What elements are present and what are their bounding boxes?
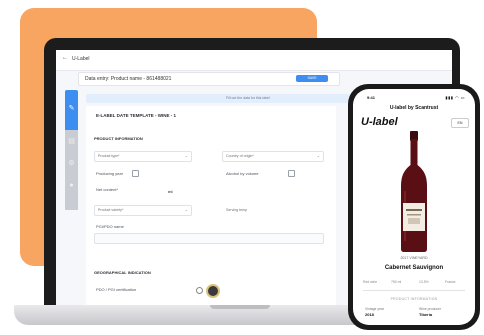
product-type-label: Product type* xyxy=(98,154,120,158)
info-cell-label: Wine producer xyxy=(419,307,442,311)
radio-icon[interactable] xyxy=(196,287,203,294)
wine-vintage: 2017 VINEYARD xyxy=(400,256,428,260)
producing-year-checkbox[interactable] xyxy=(132,170,139,177)
phone-screen: 9:41 ▮▮▮ ◠ ▭ U-label by Scantrust U-labe… xyxy=(353,89,475,325)
phone-time: 9:41 xyxy=(367,95,376,100)
serving-temp-input[interactable]: Serving temp xyxy=(222,205,324,216)
country-origin-select[interactable]: Country of origin* ⌄ xyxy=(222,151,324,162)
chevron-down-icon: ⌄ xyxy=(316,153,320,158)
u-label-logo: U-label xyxy=(361,116,398,128)
meta-alcohol: 13.5% xyxy=(419,280,429,284)
country-origin-label: Country of origin* xyxy=(226,154,254,158)
meta-country: France xyxy=(445,280,456,284)
certification-seal-icon xyxy=(206,284,220,298)
alcohol-checkbox[interactable] xyxy=(288,170,295,177)
meta-type: Red wine xyxy=(363,280,378,284)
wine-name: Cabernet Sauvignon xyxy=(384,265,444,271)
template-title: E-LABEL DATE TEMPLATE - WINE - 1 xyxy=(96,113,176,118)
section-product-heading: PRODUCT INFORMATION xyxy=(94,136,143,141)
info-cell-value: 2018 xyxy=(365,312,374,317)
status-icons: ▮▮▮ ◠ ▭ xyxy=(445,95,465,100)
chevron-down-icon: ⌄ xyxy=(184,153,188,158)
back-arrow-icon[interactable]: ← xyxy=(62,55,68,61)
info-cell: Wine producer Tiberia xyxy=(419,307,441,317)
serving-temp-label: Serving temp xyxy=(226,208,248,212)
alcohol-content-label: Alcohol by volume xyxy=(226,171,259,176)
pgi-name-label: PGI/PDO name xyxy=(96,224,124,229)
language-select[interactable]: EN xyxy=(451,118,469,128)
wine-bottle-icon xyxy=(401,131,427,252)
save-button[interactable]: SAVE xyxy=(296,75,328,82)
meta-volume: 750 ml xyxy=(391,280,402,284)
settings-icon[interactable]: ⚙ xyxy=(68,160,75,167)
product-type-select[interactable]: Product type* ⌄ xyxy=(94,151,192,162)
chevron-down-icon: ⌄ xyxy=(184,207,188,212)
net-content-label: Net content* xyxy=(96,187,119,192)
info-icon[interactable]: ● xyxy=(68,182,75,189)
banner-text: Fill out the data for this label xyxy=(226,96,270,100)
info-cell: Vintage year 2018 xyxy=(365,307,384,317)
back-label[interactable]: U-Label xyxy=(72,56,90,62)
laptop-notch xyxy=(210,305,270,309)
phone-title: U-label by Scantrust xyxy=(389,105,439,111)
document-icon[interactable]: ▤ xyxy=(68,138,75,145)
unit-ml: ml xyxy=(168,189,173,194)
product-info-heading: PRODUCT INFORMATION xyxy=(390,297,438,301)
divider xyxy=(363,290,465,291)
section-geo-heading: GEOGRAPHICAL INDICATION xyxy=(94,270,151,275)
info-cell-label: Vintage year xyxy=(365,307,384,311)
top-bar: ← U-Label xyxy=(56,50,452,71)
geo-field-label: PDO / PGI certification xyxy=(96,287,137,292)
info-cell-value: Tiberia xyxy=(419,312,433,317)
product-bar-text: Data entry: Product name - 861488021 xyxy=(85,76,172,82)
product-variety-label: Product variety* xyxy=(98,208,124,212)
product-variety-select[interactable]: Product variety* ⌄ xyxy=(94,205,192,216)
edit-icon[interactable]: ✎ xyxy=(68,105,75,112)
pgi-name-input[interactable] xyxy=(94,233,324,244)
producing-year-label: Producing year xyxy=(96,171,123,176)
